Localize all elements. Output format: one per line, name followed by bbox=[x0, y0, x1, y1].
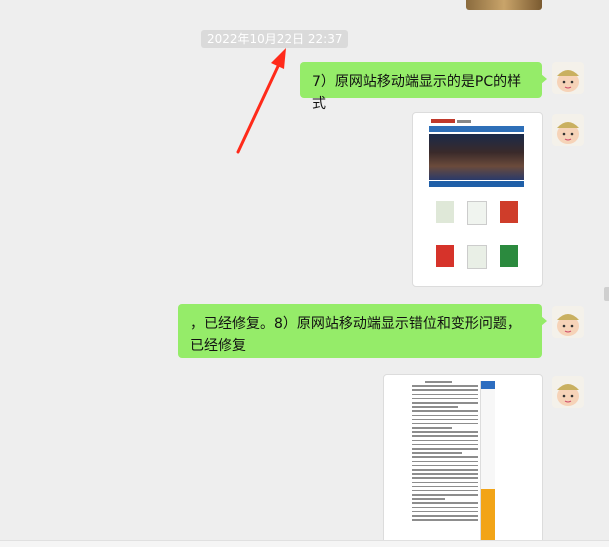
message-text: ，已经修复。8）原网站移动端显示错位和变形问题，已经修复 bbox=[190, 316, 521, 354]
input-area-edge bbox=[0, 540, 609, 547]
document-screenshot-image bbox=[408, 375, 498, 545]
baby-avatar-icon bbox=[552, 62, 584, 94]
baby-avatar-icon bbox=[552, 114, 584, 146]
baby-avatar-icon bbox=[552, 306, 584, 338]
avatar[interactable] bbox=[552, 62, 584, 94]
website-screenshot-image bbox=[429, 117, 524, 286]
avatar[interactable] bbox=[552, 376, 584, 408]
message-bubble-1[interactable]: 7）原网站移动端显示的是PC的样式 bbox=[300, 62, 547, 112]
message-bubble-2[interactable]: ，已经修复。8）原网站移动端显示错位和变形问题，已经修复 bbox=[178, 304, 547, 358]
message-timestamp: 2022年10月22日 22:37 bbox=[201, 30, 349, 48]
image-message-website[interactable] bbox=[412, 112, 543, 287]
image-message-document[interactable] bbox=[383, 374, 543, 547]
baby-avatar-icon bbox=[552, 376, 584, 408]
avatar[interactable] bbox=[552, 114, 584, 146]
scrollbar-handle[interactable] bbox=[604, 287, 609, 301]
message-text: 7）原网站移动端显示的是PC的样式 bbox=[312, 74, 522, 112]
avatar[interactable] bbox=[552, 306, 584, 338]
previous-image-thumbnail[interactable] bbox=[466, 0, 542, 10]
